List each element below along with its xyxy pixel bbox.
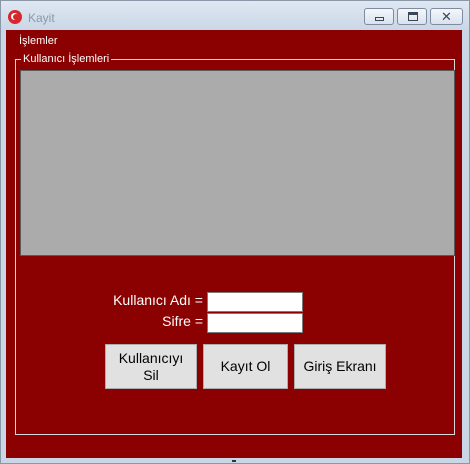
title-bar[interactable]: Kayit ✕ <box>1 1 469 31</box>
password-input[interactable] <box>207 313 303 333</box>
users-data-grid[interactable] <box>20 70 455 256</box>
app-window: Kayit ✕ İşlemler Kullanıcı İşlemleri Kul… <box>0 0 470 464</box>
register-button[interactable]: Kayıt Ol <box>203 344 288 389</box>
resize-grip <box>232 460 236 462</box>
password-label: Sifre = <box>162 313 203 329</box>
groupbox-legend: Kullanıcı İşlemleri <box>21 53 112 65</box>
username-label: Kullanıcı Adı = <box>113 292 203 308</box>
window-title: Kayit <box>28 11 55 25</box>
username-input[interactable] <box>207 292 303 312</box>
minimize-icon[interactable] <box>364 8 394 25</box>
user-operations-groupbox: Kullanıcı İşlemleri Kullanıcı Adı = Sifr… <box>15 53 455 435</box>
form-client-area: İşlemler Kullanıcı İşlemleri Kullanıcı A… <box>6 30 462 458</box>
menu-item-islemler[interactable]: İşlemler <box>19 35 58 47</box>
maximize-icon[interactable] <box>397 8 427 25</box>
delete-user-button[interactable]: Kullanıcıyı Sil <box>105 344 197 389</box>
login-screen-button[interactable]: Giriş Ekranı <box>294 344 386 389</box>
turkish-flag-icon <box>8 10 22 24</box>
close-icon[interactable]: ✕ <box>430 8 463 25</box>
